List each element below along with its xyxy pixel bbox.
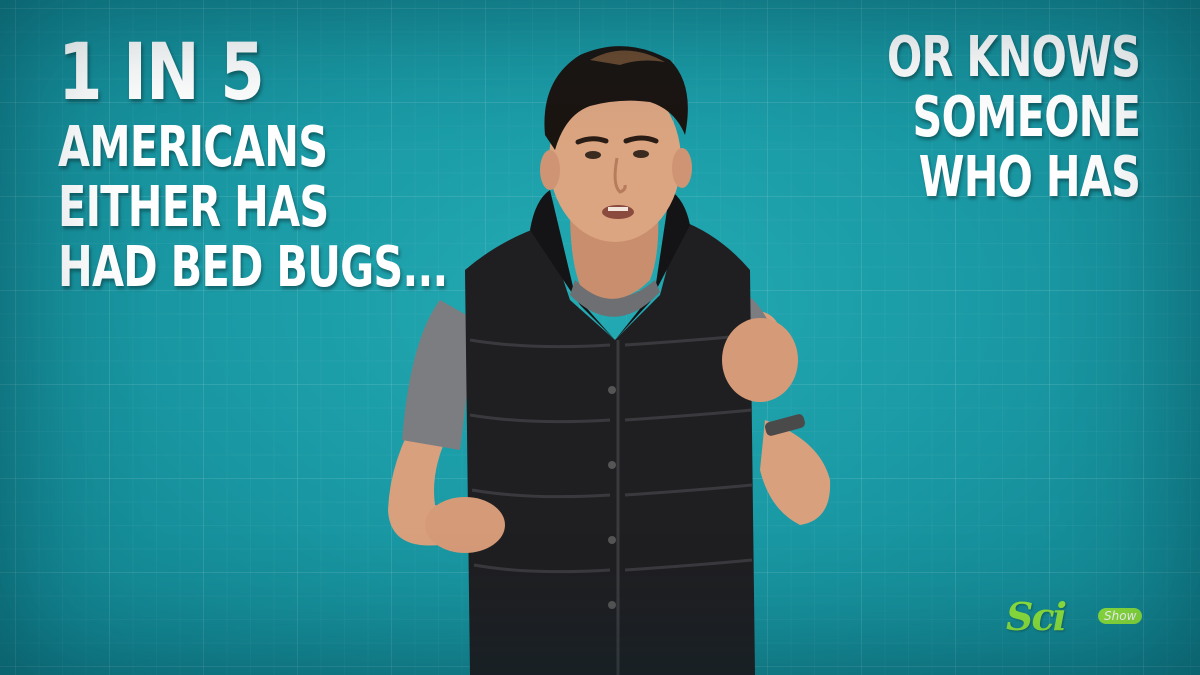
caption-line: AMERICANS bbox=[58, 115, 328, 180]
caption-line: HAD BED BUGS... bbox=[58, 235, 448, 300]
scishow-logo: Sci Show bbox=[1006, 590, 1146, 645]
caption-line: 1 IN 5 bbox=[58, 28, 265, 118]
left-caption: 1 IN 5 AMERICANS EITHER HAS HAD BED BUGS… bbox=[58, 34, 584, 300]
caption-line: WHO HAS bbox=[918, 145, 1141, 210]
caption-line: SOMEONE bbox=[912, 85, 1140, 150]
video-frame: 1 IN 5 AMERICANS EITHER HAS HAD BED BUGS… bbox=[0, 0, 1200, 675]
caption-line: OR KNOWS bbox=[886, 25, 1141, 90]
right-caption: OR KNOWS SOMEONE WHO HAS bbox=[798, 25, 1141, 210]
logo-main-text: Sci bbox=[1006, 594, 1067, 639]
caption-line: EITHER HAS bbox=[58, 175, 329, 240]
logo-sub-text: Show bbox=[1098, 608, 1143, 624]
